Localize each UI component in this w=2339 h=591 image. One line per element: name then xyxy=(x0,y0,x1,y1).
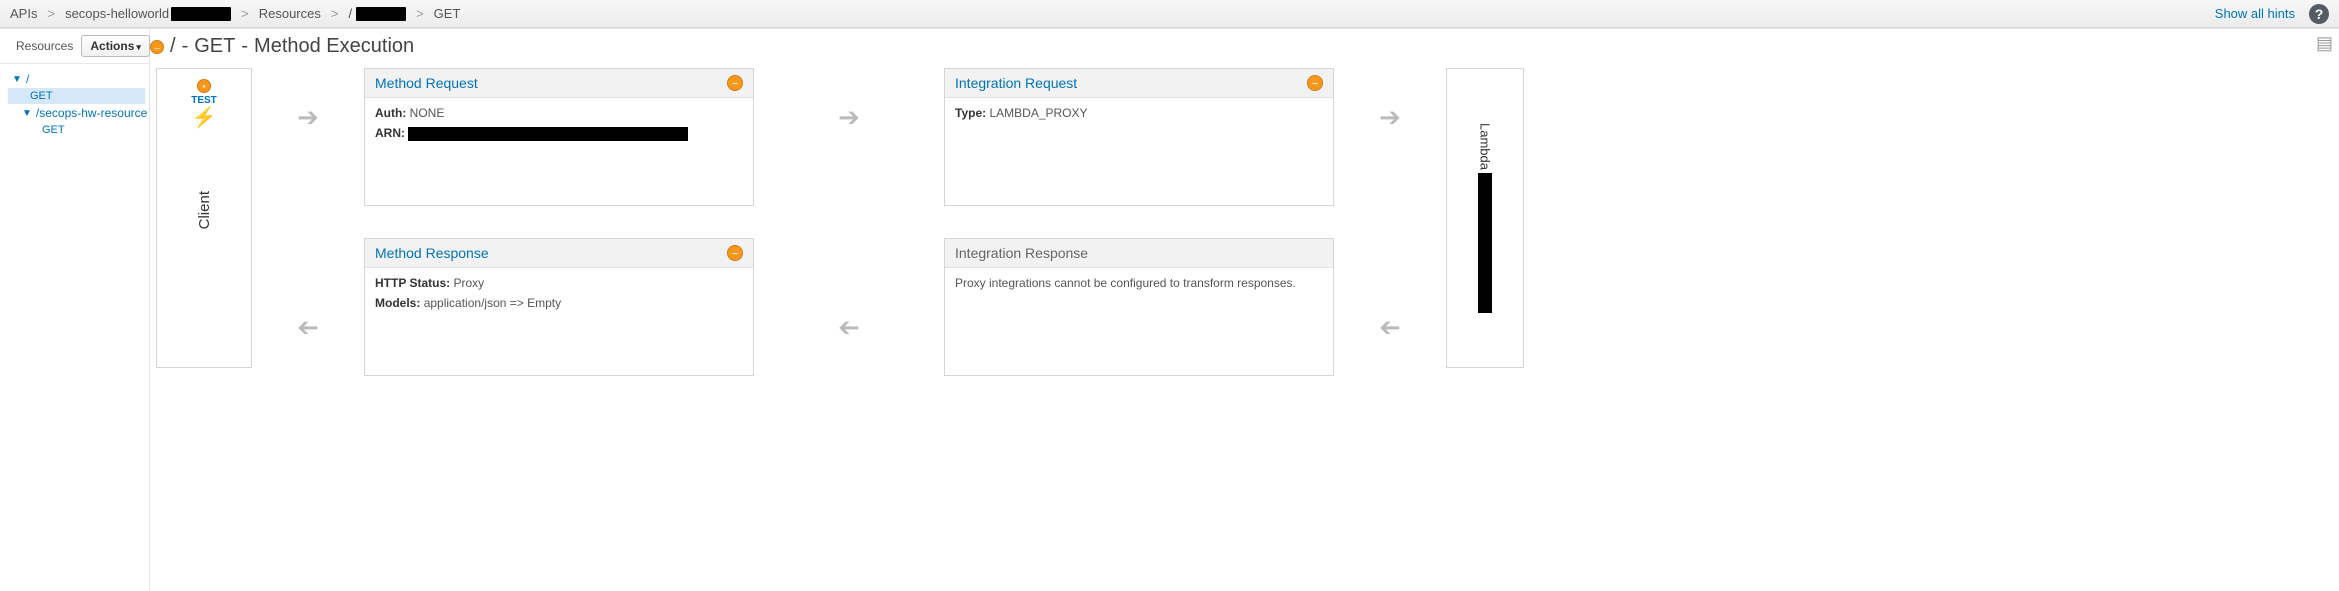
breadcrumb-sep: > xyxy=(331,6,339,21)
tree-child-label: /secops-hw-resource xyxy=(36,106,147,120)
caret-down-icon: ▼ xyxy=(12,74,22,85)
help-icon[interactable]: ? xyxy=(2309,4,2329,24)
integration-request-card: Integration Request – Type: LAMBDA_PROXY xyxy=(944,68,1334,206)
documentation-icon[interactable]: ▤ xyxy=(2316,33,2333,54)
title-path: / xyxy=(170,35,176,58)
integration-response-header: Integration Response xyxy=(945,239,1333,268)
tree-root-get-method[interactable]: GET xyxy=(8,88,145,104)
method-request-header: Method Request – xyxy=(365,69,753,98)
lambda-box[interactable]: Lambda xyxy=(1446,68,1524,368)
top-right: Show all hints ? xyxy=(2215,4,2329,24)
arrow-right-icon: ➔ xyxy=(838,64,860,170)
title-suffix: Method Execution xyxy=(254,35,414,58)
title-dash: - xyxy=(182,35,189,58)
top-bar: APIs > secops-helloworld > Resources > /… xyxy=(0,0,2339,28)
method-response-header: Method Response – xyxy=(365,239,753,268)
caret-down-icon: ▾ xyxy=(136,42,141,53)
redacted-block xyxy=(1478,173,1492,313)
auth-value: NONE xyxy=(410,106,445,120)
integration-response-text: Proxy integrations cannot be configured … xyxy=(955,276,1296,290)
back-badge-icon[interactable]: ← xyxy=(150,40,164,54)
integration-request-header: Integration Request – xyxy=(945,69,1333,98)
method-request-title-link[interactable]: Method Request xyxy=(375,75,478,91)
collapse-button[interactable]: – xyxy=(727,245,743,261)
collapse-button[interactable]: – xyxy=(727,75,743,91)
models-value: application/json => Empty xyxy=(424,296,561,310)
resource-tree: ▼ / GET ▼ /secops-hw-resource GET xyxy=(0,64,149,144)
title-dash: - xyxy=(241,35,248,58)
models-label: Models: xyxy=(375,296,420,310)
sidebar-header: Resources Actions▾ xyxy=(0,29,149,64)
sidebar: Resources Actions▾ ▼ / GET ▼ /secops-hw-… xyxy=(0,29,150,591)
integration-response-card: Integration Response Proxy integrations … xyxy=(944,238,1334,376)
method-response-body: HTTP Status: Proxy Models: application/j… xyxy=(365,268,753,324)
breadcrumb-sep: > xyxy=(47,6,55,21)
arrow-right-icon: ➔ xyxy=(297,64,319,170)
arn-label: ARN: xyxy=(375,126,405,140)
integration-response-title: Integration Response xyxy=(955,245,1088,261)
method-execution-flow: • TEST ⚡ Client ➔ ➔ Method Request – xyxy=(150,64,2321,376)
redacted-block xyxy=(356,7,406,21)
collapse-button[interactable]: – xyxy=(1307,75,1323,91)
tree-child-get-method[interactable]: GET xyxy=(8,122,145,138)
breadcrumb-api-name-text: secops-helloworld xyxy=(65,6,169,21)
breadcrumb-root[interactable]: APIs xyxy=(10,6,37,21)
arrow-left-icon: ➔ xyxy=(297,274,319,380)
arrows-integration-lambda: ➔ ➔ xyxy=(1334,68,1446,376)
auth-label: Auth: xyxy=(375,106,406,120)
arrow-left-icon: ➔ xyxy=(838,274,860,380)
show-all-hints-link[interactable]: Show all hints xyxy=(2215,6,2295,21)
breadcrumb-resource-path-text: / xyxy=(348,6,352,21)
client-label: Client xyxy=(196,191,213,229)
redacted-block xyxy=(171,7,231,21)
http-status-value: Proxy xyxy=(453,276,484,290)
integration-request-body: Type: LAMBDA_PROXY xyxy=(945,98,1333,134)
tree-root[interactable]: ▼ / xyxy=(8,70,145,88)
breadcrumb-resource-path[interactable]: / xyxy=(348,6,406,22)
title-method: GET xyxy=(194,35,235,58)
page-title: ← / - GET - Method Execution xyxy=(150,35,2321,58)
method-response-card: Method Response – HTTP Status: Proxy Mod… xyxy=(364,238,754,376)
tree-child-resource[interactable]: ▼ /secops-hw-resource xyxy=(8,104,145,122)
lambda-label: Lambda xyxy=(1478,123,1493,170)
method-response-title-link[interactable]: Method Response xyxy=(375,245,489,261)
arrow-left-icon: ➔ xyxy=(1379,274,1401,380)
breadcrumb-sep: > xyxy=(416,6,424,21)
breadcrumb-sep: > xyxy=(241,6,249,21)
canvas: ▤ ← / - GET - Method Execution • TEST ⚡ … xyxy=(150,29,2339,591)
arrows-method-integration: ➔ ➔ xyxy=(754,68,944,376)
breadcrumb: APIs > secops-helloworld > Resources > /… xyxy=(10,6,460,22)
integration-cards-column: Integration Request – Type: LAMBDA_PROXY… xyxy=(944,68,1334,376)
sidebar-tab-resources[interactable]: Resources xyxy=(16,39,73,53)
test-badge-icon: • xyxy=(197,79,211,93)
breadcrumb-method[interactable]: GET xyxy=(434,6,461,21)
test-link[interactable]: TEST xyxy=(191,95,217,106)
integration-response-body: Proxy integrations cannot be configured … xyxy=(945,268,1333,298)
redacted-block xyxy=(408,127,688,141)
bolt-icon: ⚡ xyxy=(192,108,217,128)
main-layout: Resources Actions▾ ▼ / GET ▼ /secops-hw-… xyxy=(0,28,2339,591)
method-cards-column: Method Request – Auth: NONE ARN: Method … xyxy=(364,68,754,376)
client-box[interactable]: • TEST ⚡ Client xyxy=(156,68,252,368)
http-status-label: HTTP Status: xyxy=(375,276,450,290)
arrows-client-method: ➔ ➔ xyxy=(252,68,364,376)
method-request-card: Method Request – Auth: NONE ARN: xyxy=(364,68,754,206)
method-request-body: Auth: NONE ARN: xyxy=(365,98,753,155)
type-value: LAMBDA_PROXY xyxy=(989,106,1087,120)
type-label: Type: xyxy=(955,106,986,120)
tree-root-label: / xyxy=(26,72,29,86)
integration-request-title-link[interactable]: Integration Request xyxy=(955,75,1077,91)
arrow-right-icon: ➔ xyxy=(1379,64,1401,170)
breadcrumb-resources[interactable]: Resources xyxy=(259,6,321,21)
actions-button-label: Actions xyxy=(90,39,134,53)
breadcrumb-api-name[interactable]: secops-helloworld xyxy=(65,6,231,22)
caret-down-icon: ▼ xyxy=(22,108,32,119)
actions-dropdown-button[interactable]: Actions▾ xyxy=(81,35,150,57)
tree-child-get-label: GET xyxy=(42,124,65,136)
